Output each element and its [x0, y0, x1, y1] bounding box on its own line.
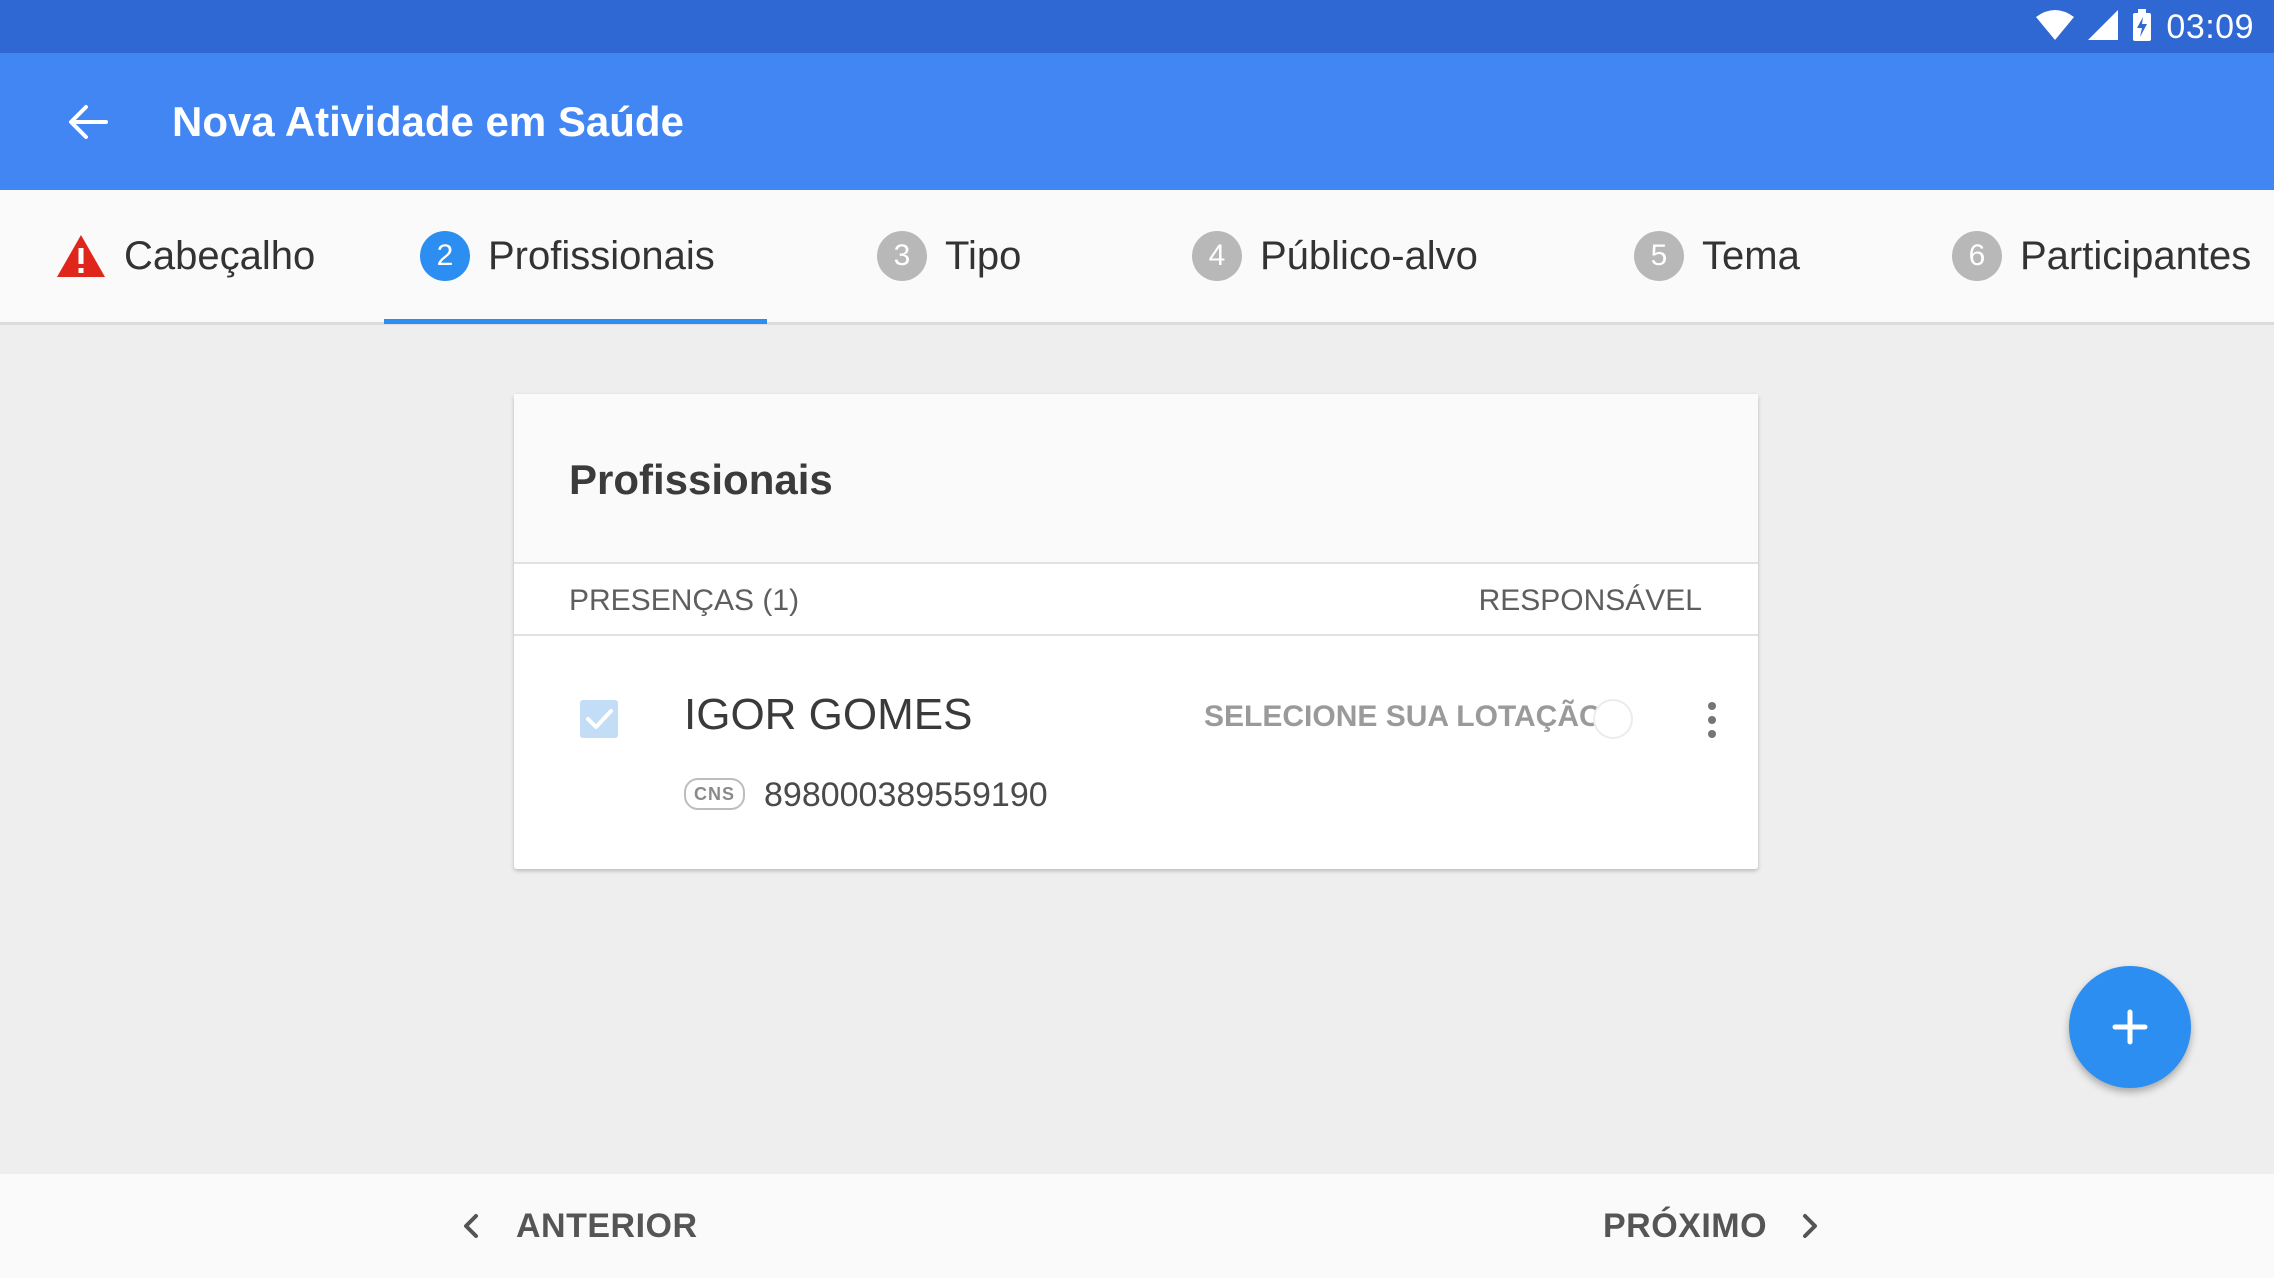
- tab-participantes[interactable]: 6 Participantes: [1952, 190, 2251, 322]
- step-number-badge: 4: [1192, 231, 1242, 281]
- tab-label: Cabeçalho: [124, 233, 316, 278]
- app-bar: Nova Atividade em Saúde: [0, 53, 2274, 190]
- warning-icon: [56, 234, 106, 278]
- previous-button[interactable]: ANTERIOR: [456, 1196, 698, 1256]
- tab-label: Público-alvo: [1260, 233, 1478, 278]
- professionals-card: Profissionais PRESENÇAS (1) RESPONSÁVEL …: [514, 394, 1758, 869]
- select-lotacao-button[interactable]: SELECIONE SUA LOTAÇÃO: [1204, 700, 1602, 734]
- chevron-right-icon: [1803, 1214, 1818, 1238]
- step-number-badge: 5: [1634, 231, 1684, 281]
- previous-label: ANTERIOR: [516, 1206, 698, 1245]
- tab-profissionais[interactable]: 2 Profissionais: [420, 190, 715, 322]
- tab-cabecalho[interactable]: Cabeçalho: [56, 190, 315, 322]
- presencas-header: PRESENÇAS (1): [569, 584, 800, 617]
- list-header: PRESENÇAS (1) RESPONSÁVEL: [514, 564, 1758, 636]
- step-number-badge: 6: [1952, 231, 2002, 281]
- cns-badge: CNS: [684, 778, 746, 810]
- check-icon: [586, 709, 613, 729]
- cns-number: 898000389559190: [764, 776, 1048, 814]
- tab-label: Tema: [1702, 233, 1800, 278]
- card-header: Profissionais: [514, 394, 1758, 564]
- step-number-badge: 3: [877, 231, 927, 281]
- tab-label: Profissionais: [488, 233, 715, 278]
- professional-name: IGOR GOMES: [684, 690, 973, 739]
- arrow-back-icon: [69, 105, 108, 139]
- step-number-badge: 2: [420, 231, 470, 281]
- tab-publico-alvo[interactable]: 4 Público-alvo: [1192, 190, 1478, 322]
- responsavel-header: RESPONSÁVEL: [1478, 584, 1702, 617]
- presence-checkbox[interactable]: [580, 700, 618, 738]
- tab-tipo[interactable]: 3 Tipo: [877, 190, 1021, 322]
- responsible-radio[interactable]: [1593, 699, 1633, 739]
- next-button[interactable]: PRÓXIMO: [1603, 1196, 1825, 1256]
- active-tab-indicator: [384, 319, 767, 324]
- card-title: Profissionais: [569, 456, 833, 503]
- more-options-button[interactable]: [1692, 692, 1732, 748]
- tab-label: Tipo: [945, 233, 1022, 278]
- tab-tema[interactable]: 5 Tema: [1634, 190, 1800, 322]
- status-time: 03:09: [2166, 7, 2254, 46]
- status-bar: 03:09: [0, 0, 2274, 53]
- more-vert-icon: [1708, 702, 1716, 738]
- bottom-navigation: ANTERIOR PRÓXIMO: [0, 1174, 2274, 1278]
- battery-charging-icon: [2132, 8, 2152, 46]
- page-title: Nova Atividade em Saúde: [172, 98, 684, 145]
- cell-signal-icon: [2088, 9, 2119, 45]
- status-icons: 03:09: [2036, 8, 2254, 46]
- chevron-left-icon: [464, 1214, 478, 1238]
- add-professional-button[interactable]: [2069, 966, 2191, 1088]
- step-tabs: Cabeçalho 2 Profissionais 3 Tipo 4 Públi…: [0, 190, 2274, 325]
- tab-label: Participantes: [2020, 233, 2252, 278]
- wifi-icon: [2036, 9, 2075, 45]
- plus-icon: [2112, 1009, 2148, 1045]
- next-label: PRÓXIMO: [1603, 1206, 1768, 1245]
- back-button[interactable]: [58, 97, 118, 147]
